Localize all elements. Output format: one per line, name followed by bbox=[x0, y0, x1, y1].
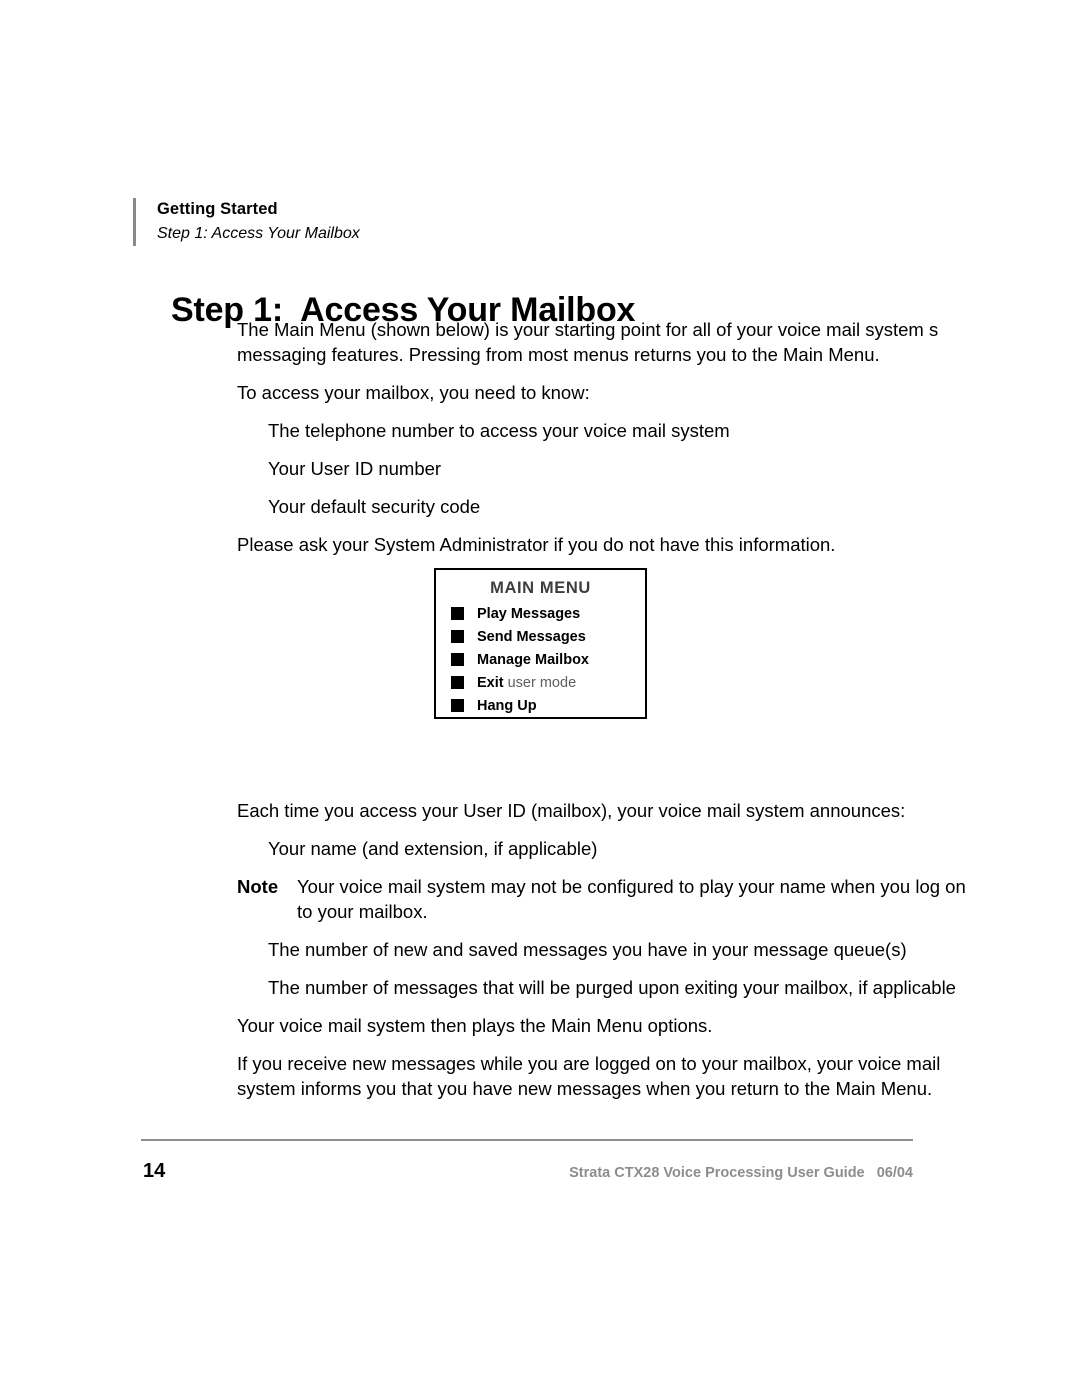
square-bullet-icon bbox=[451, 630, 464, 643]
main-menu-option-label: Hang Up bbox=[477, 697, 537, 714]
footer-guide-title: Strata CTX28 Voice Processing User Guide… bbox=[569, 1165, 913, 1181]
list-item: Your default security code bbox=[268, 496, 481, 517]
header-section-title: Step 1: Access Your Mailbox bbox=[157, 225, 360, 242]
main-menu-option: Send Messages bbox=[451, 625, 645, 648]
main-menu-option-label: Play Messages bbox=[477, 605, 581, 622]
footer-page-number: 14 bbox=[143, 1160, 166, 1182]
ask-administrator-paragraph: Please ask your System Administrator if … bbox=[237, 534, 836, 555]
note-block: Note Your voice mail system may not be c… bbox=[237, 874, 977, 924]
main-menu-option-list: Play Messages Send Messages Manage Mailb… bbox=[436, 602, 645, 717]
main-menu-option-label: Manage Mailbox bbox=[477, 651, 589, 668]
header-chapter-title: Getting Started bbox=[157, 200, 278, 218]
note-text: Your voice mail system may not be config… bbox=[297, 876, 966, 922]
main-menu-figure-title: MAIN MENU bbox=[490, 579, 591, 597]
list-item: Your name (and extension, if applicable) bbox=[268, 838, 598, 859]
intro-paragraph: The Main Menu (shown below) is your star… bbox=[237, 319, 939, 365]
footer-divider bbox=[141, 1139, 913, 1141]
list-item: Your User ID number bbox=[268, 458, 442, 479]
new-messages-paragraph: If you receive new messages while you ar… bbox=[237, 1053, 941, 1099]
main-menu-option-label: Send Messages bbox=[477, 628, 586, 645]
square-bullet-icon bbox=[451, 653, 464, 666]
announces-lead-paragraph: Each time you access your User ID (mailb… bbox=[237, 800, 906, 821]
list-item: The telephone number to access your voic… bbox=[268, 420, 730, 441]
main-menu-option: Play Messages bbox=[451, 602, 645, 625]
note-label: Note bbox=[237, 876, 279, 897]
square-bullet-icon bbox=[451, 699, 464, 712]
square-bullet-icon bbox=[451, 607, 464, 620]
main-menu-option: Exit user mode bbox=[451, 671, 645, 694]
main-menu-option: Hang Up bbox=[451, 694, 645, 717]
document-page: Getting Started Step 1: Access Your Mail… bbox=[0, 0, 1080, 1397]
lead-in-paragraph: To access your mailbox, you need to know… bbox=[237, 382, 590, 403]
list-item: The number of messages that will be purg… bbox=[268, 977, 956, 998]
main-menu-option-label: Exit user mode bbox=[477, 674, 577, 691]
list-item: The number of new and saved messages you… bbox=[268, 939, 907, 960]
running-header: Getting Started Step 1: Access Your Mail… bbox=[133, 198, 893, 246]
then-plays-paragraph: Your voice mail system then plays the Ma… bbox=[237, 1015, 713, 1036]
main-menu-option: Manage Mailbox bbox=[451, 648, 645, 671]
square-bullet-icon bbox=[451, 676, 464, 689]
main-menu-figure: MAIN MENU Play Messages Send Messages Ma… bbox=[434, 568, 647, 719]
